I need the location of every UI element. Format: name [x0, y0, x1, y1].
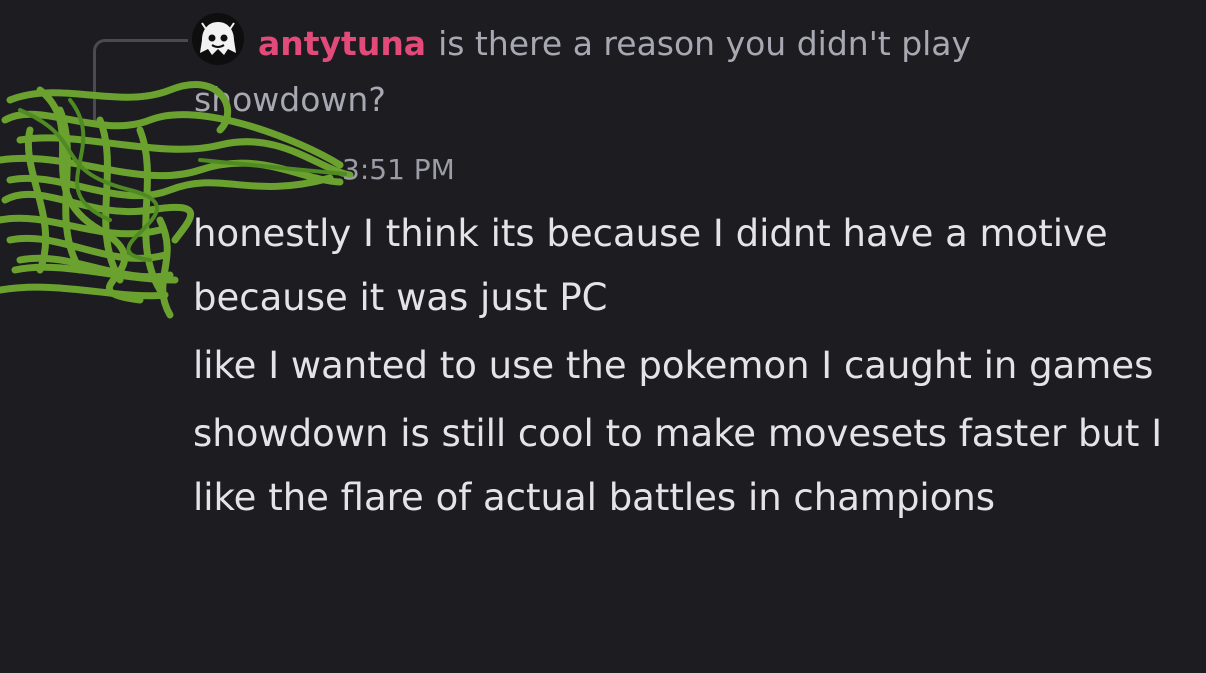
message-group: honestly I think its because I didnt hav…	[193, 202, 1183, 534]
message-line: showdown is still cool to make movesets …	[193, 412, 1163, 519]
message-line: like I wanted to use the pokemon I caugh…	[193, 344, 1154, 387]
reply-author-name[interactable]: antytuna	[258, 24, 426, 63]
message-line: honestly I think its because I didnt hav…	[193, 212, 1108, 319]
message-timestamp: 3:51 PM	[342, 153, 455, 186]
